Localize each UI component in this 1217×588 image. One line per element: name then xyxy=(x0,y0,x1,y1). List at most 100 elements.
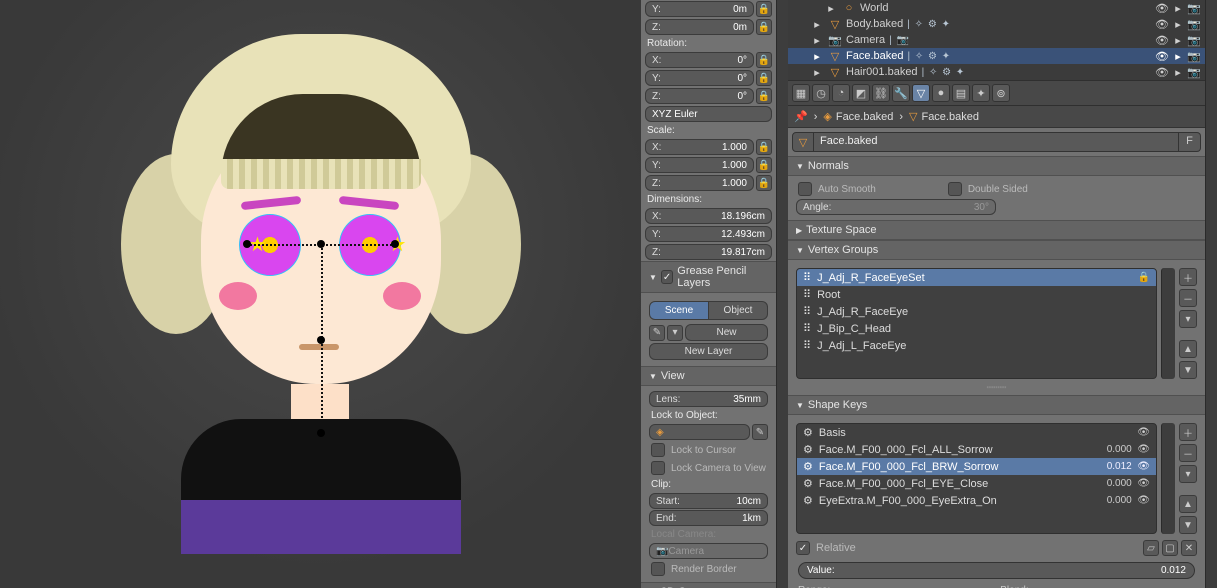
dimension-y[interactable]: Y:12.493cm xyxy=(645,226,772,242)
fake-user-button[interactable]: F xyxy=(1179,132,1201,152)
lock-icon[interactable]: 🔒 xyxy=(756,157,772,173)
move-up-icon[interactable]: ▲ xyxy=(1179,495,1197,513)
grease-pencil-panel-header[interactable]: Grease Pencil Layers xyxy=(641,261,776,293)
relative-check[interactable] xyxy=(796,541,810,555)
dropdown-icon[interactable]: ▾ xyxy=(667,325,683,341)
new-layer-button[interactable]: New Layer xyxy=(649,343,768,360)
lock-icon[interactable]: 🔒 xyxy=(756,88,772,104)
grease-check[interactable] xyxy=(661,270,673,284)
lock-icon[interactable]: 🔒 xyxy=(756,70,772,86)
auto-smooth-check[interactable] xyxy=(798,182,812,196)
material-tab-icon[interactable]: ● xyxy=(932,84,950,102)
vg-scrollbar[interactable] xyxy=(1161,268,1175,379)
add-icon[interactable]: ＋ xyxy=(1179,423,1197,441)
scale-z[interactable]: Z:1.000 xyxy=(645,175,754,191)
new-button[interactable]: New xyxy=(685,324,768,341)
outliner-row[interactable]: ▸ ▽ Hair001.baked | ✧ ⚙ ✦ 👁▸📷 xyxy=(788,64,1205,80)
outliner-row[interactable]: ▸ ○ World 👁▸📷 xyxy=(788,0,1205,16)
move-down-icon[interactable]: ▼ xyxy=(1179,361,1197,379)
scale-x[interactable]: X:1.000 xyxy=(645,139,754,155)
normals-header[interactable]: Normals xyxy=(788,156,1205,176)
menu-icon[interactable]: ▾ xyxy=(1179,310,1197,328)
vertex-group-row[interactable]: ⠿J_Adj_R_FaceEyeSet🔒 xyxy=(797,269,1156,286)
pin-icon[interactable]: 📌 xyxy=(794,110,808,123)
object-tab[interactable]: Object xyxy=(709,301,768,320)
lock-icon[interactable]: 🔒 xyxy=(756,19,772,35)
lock-camera-check[interactable] xyxy=(651,461,665,475)
render-tab-icon[interactable]: ▦ xyxy=(792,84,810,102)
location-z[interactable]: Z:0m xyxy=(645,19,754,35)
particles-tab-icon[interactable]: ✦ xyxy=(972,84,990,102)
shape-key-row[interactable]: ⚙Basis 👁 xyxy=(797,424,1156,441)
rotation-mode[interactable]: XYZ Euler xyxy=(645,106,772,122)
clip-start[interactable]: Start:10cm xyxy=(649,493,768,509)
render-border-check[interactable] xyxy=(651,562,665,576)
shapekey-edit-icon[interactable]: ▱ xyxy=(1143,540,1159,556)
lock-cursor-check[interactable] xyxy=(651,443,665,457)
sk-scrollbar[interactable] xyxy=(1161,423,1175,534)
scale-y[interactable]: Y:1.000 xyxy=(645,157,754,173)
physics-tab-icon[interactable]: ⊚ xyxy=(992,84,1010,102)
shapekey-clear-icon[interactable]: ✕ xyxy=(1181,540,1197,556)
crumb-object[interactable]: Face.baked xyxy=(836,111,893,123)
menu-icon[interactable]: ▾ xyxy=(1179,465,1197,483)
move-down-icon[interactable]: ▼ xyxy=(1179,516,1197,534)
outliner[interactable]: ▸ ○ World 👁▸📷 ▸ ▽ Body.baked | ✧ ⚙ ✦ 👁▸📷… xyxy=(788,0,1205,80)
shape-keys-list[interactable]: ⚙Basis 👁⚙Face.M_F00_000_Fcl_ALL_Sorrow0.… xyxy=(796,423,1157,534)
shape-key-row[interactable]: ⚙EyeExtra.M_F00_000_EyeExtra_On0.000 👁 xyxy=(797,492,1156,509)
clip-end[interactable]: End:1km xyxy=(649,510,768,526)
vertex-groups-header[interactable]: Vertex Groups xyxy=(788,240,1205,260)
lock-icon[interactable]: 🔒 xyxy=(756,139,772,155)
dimension-x[interactable]: X:18.196cm xyxy=(645,208,772,224)
remove-icon[interactable]: － xyxy=(1179,444,1197,462)
lock-icon[interactable]: 🔒 xyxy=(756,175,772,191)
location-y[interactable]: Y:0m xyxy=(645,1,754,17)
n-panel-scrollbar[interactable] xyxy=(776,0,788,588)
mesh-name-input[interactable]: Face.baked xyxy=(814,132,1179,152)
crumb-mesh[interactable]: Face.baked xyxy=(921,111,978,123)
3d-viewport[interactable]: ★★ xyxy=(0,0,641,588)
constraint-tab-icon[interactable]: ⛓ xyxy=(872,84,890,102)
shape-keys-header[interactable]: Shape Keys xyxy=(788,395,1205,415)
data-tab-icon[interactable]: ▽ xyxy=(912,84,930,102)
rotation-x[interactable]: X:0° xyxy=(645,52,754,68)
view-panel-header[interactable]: View xyxy=(641,366,776,386)
texture-space-header[interactable]: Texture Space xyxy=(788,220,1205,240)
texture-tab-icon[interactable]: ▤ xyxy=(952,84,970,102)
move-up-icon[interactable]: ▲ xyxy=(1179,340,1197,358)
list-resize-grip[interactable]: ┅┅┅ xyxy=(792,383,1201,391)
modifier-tab-icon[interactable]: 🔧 xyxy=(892,84,910,102)
vertex-group-row[interactable]: ⠿J_Adj_R_FaceEye xyxy=(797,303,1156,320)
vertex-group-row[interactable]: ⠿Root xyxy=(797,286,1156,303)
eyedropper-icon[interactable]: ✎ xyxy=(752,424,768,440)
lock-icon[interactable]: 🔒 xyxy=(756,1,772,17)
mesh-icon[interactable]: ▽ xyxy=(792,132,814,152)
object-tab-icon[interactable]: ◩ xyxy=(852,84,870,102)
rotation-z[interactable]: Z:0° xyxy=(645,88,754,104)
outliner-row[interactable]: ▸ ▽ Face.baked | ✧ ⚙ ✦ 👁▸📷 xyxy=(788,48,1205,64)
scene-tab[interactable]: Scene xyxy=(649,301,709,320)
properties-scrollbar[interactable] xyxy=(1205,0,1217,588)
shape-key-row[interactable]: ⚙Face.M_F00_000_Fcl_EYE_Close0.000 👁 xyxy=(797,475,1156,492)
outliner-row[interactable]: ▸ 📷 Camera | 📷 👁▸📷 xyxy=(788,32,1205,48)
vertex-group-row[interactable]: ⠿J_Adj_L_FaceEye xyxy=(797,337,1156,354)
world-tab-icon[interactable]: ◔ xyxy=(832,84,850,102)
shapekey-mute-icon[interactable]: ▢ xyxy=(1162,540,1178,556)
remove-icon[interactable]: － xyxy=(1179,289,1197,307)
outliner-row[interactable]: ▸ ▽ Body.baked | ✧ ⚙ ✦ 👁▸📷 xyxy=(788,16,1205,32)
rotation-y[interactable]: Y:0° xyxy=(645,70,754,86)
shape-key-row[interactable]: ⚙Face.M_F00_000_Fcl_ALL_Sorrow0.000 👁 xyxy=(797,441,1156,458)
shapekey-value-slider[interactable]: Value:0.012 xyxy=(798,562,1195,579)
add-icon[interactable]: ＋ xyxy=(1179,268,1197,286)
lens-field[interactable]: Lens:35mm xyxy=(649,391,768,407)
lock-icon[interactable]: 🔒 xyxy=(756,52,772,68)
lock-object-field[interactable]: ◈ xyxy=(649,424,750,440)
cursor-panel-header[interactable]: 3D Cursor xyxy=(641,582,776,588)
shape-key-row[interactable]: ⚙Face.M_F00_000_Fcl_BRW_Sorrow0.012 👁 xyxy=(797,458,1156,475)
double-sided-check[interactable] xyxy=(948,182,962,196)
pencil-icon[interactable]: ✎ xyxy=(649,325,665,341)
vertex-groups-list[interactable]: ⠿J_Adj_R_FaceEyeSet🔒⠿Root⠿J_Adj_R_FaceEy… xyxy=(796,268,1157,379)
scene-tab-icon[interactable]: ◷ xyxy=(812,84,830,102)
vertex-group-row[interactable]: ⠿J_Bip_C_Head xyxy=(797,320,1156,337)
dimension-z[interactable]: Z:19.817cm xyxy=(645,244,772,260)
